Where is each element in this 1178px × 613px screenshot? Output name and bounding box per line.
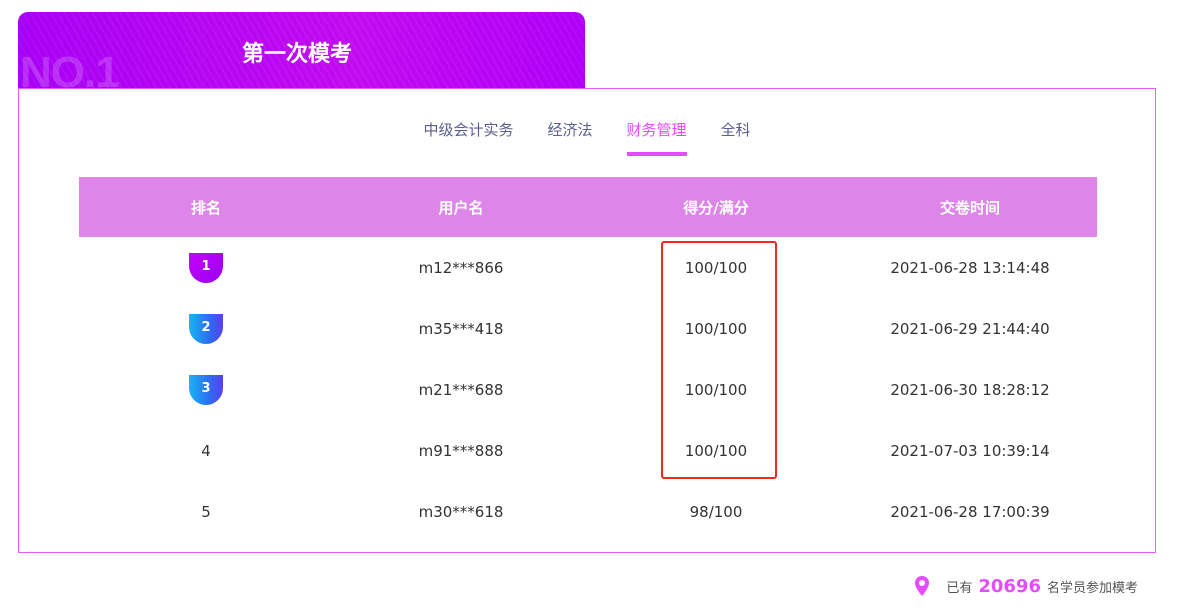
count-number: 20696	[978, 576, 1041, 597]
count-suffix: 名学员参加模考	[1047, 577, 1138, 596]
header-score: 得分/满分	[589, 197, 843, 218]
banner-watermark: NO.1	[20, 48, 119, 89]
score-highlight-box	[661, 241, 777, 479]
table-header: 排名 用户名 得分/满分 交卷时间	[79, 177, 1097, 237]
count-prefix: 已有	[946, 577, 972, 596]
submit-time: 2021-07-03 10:39:14	[843, 442, 1097, 460]
header-username: 用户名	[333, 197, 589, 218]
username: m91***888	[333, 442, 589, 460]
ranking-table: 排名 用户名 得分/满分 交卷时间 1 m12***866 100/100 20…	[79, 177, 1097, 542]
table-row: 3 m21***688 100/100 2021-06-30 18:28:12	[79, 359, 1097, 420]
subject-tabs: 中级会计实务 经济法 财务管理 全科	[19, 119, 1155, 156]
rank-medal-icon: 3	[189, 375, 223, 405]
header-submit-time: 交卷时间	[843, 197, 1097, 218]
tab-accounting[interactable]: 中级会计实务	[423, 119, 513, 156]
username: m30***618	[333, 503, 589, 521]
rank: 5	[79, 503, 333, 521]
ranking-panel: 中级会计实务 经济法 财务管理 全科 排名 用户名 得分/满分 交卷时间 1 m…	[18, 88, 1156, 553]
table-row: 2 m35***418 100/100 2021-06-29 21:44:40	[79, 298, 1097, 359]
banner-title: 第一次模考	[242, 36, 352, 68]
table-row: 5 m30***618 98/100 2021-06-28 17:00:39	[79, 481, 1097, 542]
submit-time: 2021-06-30 18:28:12	[843, 381, 1097, 399]
tab-financial-management[interactable]: 财务管理	[627, 119, 687, 156]
participant-count: 已有 20696 名学员参加模考	[914, 575, 1138, 597]
rank-medal-icon: 1	[189, 253, 223, 283]
username: m35***418	[333, 320, 589, 338]
submit-time: 2021-06-28 13:14:48	[843, 259, 1097, 277]
username: m12***866	[333, 259, 589, 277]
submit-time: 2021-06-28 17:00:39	[843, 503, 1097, 521]
table-row: 4 m91***888 100/100 2021-07-03 10:39:14	[79, 420, 1097, 481]
score: 98/100	[589, 503, 843, 521]
table-row: 1 m12***866 100/100 2021-06-28 13:14:48	[79, 237, 1097, 298]
rank: 4	[79, 442, 333, 460]
tab-economic-law[interactable]: 经济法	[547, 119, 592, 156]
rank-medal-icon: 2	[189, 314, 223, 344]
tab-all-subjects[interactable]: 全科	[721, 119, 751, 156]
header-rank: 排名	[79, 197, 333, 218]
submit-time: 2021-06-29 21:44:40	[843, 320, 1097, 338]
exam-banner: NO.1 第一次模考	[18, 12, 585, 89]
username: m21***688	[333, 381, 589, 399]
location-pin-icon	[914, 575, 930, 597]
